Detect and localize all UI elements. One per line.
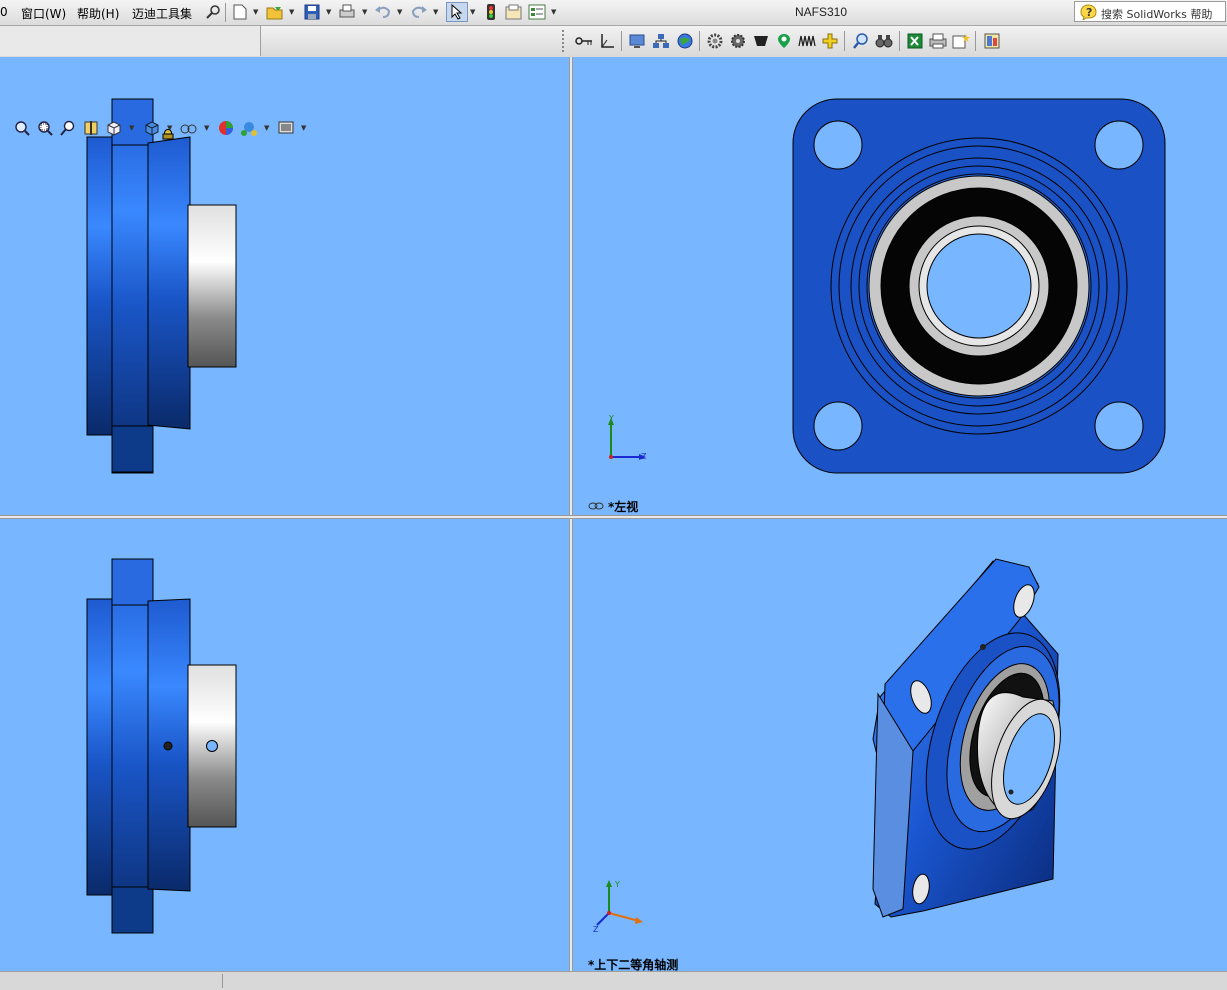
zoom-area-icon[interactable]	[36, 119, 54, 137]
redo-icon[interactable]	[410, 3, 428, 21]
help-search-icon: ?	[1080, 4, 1097, 23]
map-pin-icon[interactable]	[775, 32, 793, 50]
toolbar-grip[interactable]	[562, 30, 567, 52]
status-bar	[0, 971, 1227, 990]
zoom-to-fit-icon[interactable]	[13, 119, 31, 137]
select-dropdown-icon[interactable]: ▼	[470, 3, 476, 21]
svg-text:?: ?	[1086, 6, 1092, 19]
save-dropdown-icon[interactable]: ▼	[326, 3, 332, 21]
feature-manager-header	[0, 26, 261, 56]
menu-help[interactable]: 帮助(H)	[77, 5, 119, 22]
command-toolbar	[0, 26, 1227, 58]
search-placeholder: 搜索 SolidWorks 帮助	[1101, 8, 1213, 21]
separator	[899, 31, 900, 51]
triad-y-label: Y	[615, 880, 620, 889]
hide-show-icon[interactable]	[180, 119, 198, 137]
rebuild-icon[interactable]	[482, 3, 500, 21]
help-document-icon[interactable]	[983, 32, 1001, 50]
select-icon[interactable]	[446, 2, 468, 22]
link-view-icon[interactable]	[588, 500, 604, 514]
globe-icon[interactable]	[676, 32, 694, 50]
file-properties-icon[interactable]	[505, 3, 523, 21]
view-orientation-dropdown-icon[interactable]: ▼	[129, 119, 135, 137]
cog-icon[interactable]	[729, 32, 747, 50]
section-view-icon[interactable]	[82, 119, 100, 137]
redo-dropdown-icon[interactable]: ▼	[433, 3, 439, 21]
viewport-top-right[interactable]: Y Z *左视	[573, 57, 1227, 515]
viewport-bottom-left[interactable]	[0, 519, 569, 971]
new-document-icon[interactable]	[231, 3, 249, 21]
key-icon[interactable]	[575, 32, 593, 50]
undo-dropdown-icon[interactable]: ▼	[397, 3, 403, 21]
display-style-icon[interactable]	[143, 119, 161, 137]
view-settings-icon[interactable]	[277, 119, 295, 137]
separator	[225, 3, 226, 22]
triad-z-label: Z	[593, 925, 599, 934]
menu-bar: 0 窗口(W) 帮助(H) 迈迪工具集 ▼ ▼ ▼ ▼ ▼ ▼ ▼ ▼ NAFS…	[0, 0, 1227, 26]
isometric-view-model	[872, 558, 1061, 918]
options-icon[interactable]	[528, 3, 546, 21]
save-icon[interactable]	[303, 3, 321, 21]
vertical-splitter[interactable]	[569, 57, 573, 971]
viewport-top-left[interactable]: ▼ ▼ ▼ ▼ ▼	[0, 57, 569, 515]
separator	[222, 974, 223, 988]
options-dropdown-icon[interactable]: ▼	[551, 3, 557, 21]
document-title: NAFS310	[795, 5, 848, 19]
excel-icon[interactable]	[906, 32, 924, 50]
view-settings-dropdown-icon[interactable]: ▼	[301, 119, 307, 137]
undo-icon[interactable]	[374, 3, 392, 21]
open-dropdown-icon[interactable]: ▼	[289, 3, 295, 21]
menu-help-fragment[interactable]: 0	[0, 5, 8, 19]
move-icon[interactable]	[821, 32, 839, 50]
spring-icon[interactable]	[798, 32, 816, 50]
viewport-label-isometric: *上下二等角轴测	[588, 958, 679, 971]
binoculars-icon[interactable]	[875, 32, 893, 50]
separator	[621, 31, 622, 51]
star-document-icon[interactable]	[952, 32, 970, 50]
horizontal-splitter[interactable]	[0, 515, 1227, 519]
pin-icon[interactable]	[204, 3, 222, 21]
menu-window[interactable]: 窗口(W)	[21, 5, 66, 22]
printer-icon[interactable]	[929, 32, 947, 50]
separator	[975, 31, 976, 51]
menu-maidi-tools[interactable]: 迈迪工具集	[132, 5, 192, 22]
separator	[844, 31, 845, 51]
view-orientation-icon[interactable]	[105, 119, 123, 137]
gear-icon[interactable]	[706, 32, 724, 50]
separator	[699, 31, 700, 51]
triad-z-label: Z	[641, 452, 647, 461]
funnel-icon[interactable]	[752, 32, 770, 50]
front-view-model	[86, 558, 237, 934]
edit-appearance-icon[interactable]	[217, 119, 235, 137]
display-style-dropdown-icon[interactable]: ▼	[167, 119, 173, 137]
print-icon[interactable]	[338, 3, 356, 21]
triad-y-label: Y	[609, 414, 614, 423]
new-dropdown-icon[interactable]: ▼	[253, 3, 259, 21]
hide-show-dropdown-icon[interactable]: ▼	[204, 119, 210, 137]
viewport-label-left-view: *左视	[608, 500, 639, 514]
sketch-icon[interactable]	[598, 32, 616, 50]
apply-scene-dropdown-icon[interactable]: ▼	[264, 119, 270, 137]
zoom-icon[interactable]	[852, 32, 870, 50]
previous-view-icon[interactable]	[59, 119, 77, 137]
assembly-icon[interactable]	[652, 32, 670, 50]
print-dropdown-icon[interactable]: ▼	[362, 3, 368, 21]
search-input[interactable]: ? 搜索 SolidWorks 帮助	[1074, 1, 1226, 22]
apply-scene-icon[interactable]	[240, 119, 258, 137]
viewport-bottom-right[interactable]: Y Z *上下二等角轴测	[573, 519, 1227, 971]
monitor-icon[interactable]	[628, 32, 646, 50]
left-view-model	[792, 98, 1166, 474]
open-icon[interactable]	[266, 3, 284, 21]
